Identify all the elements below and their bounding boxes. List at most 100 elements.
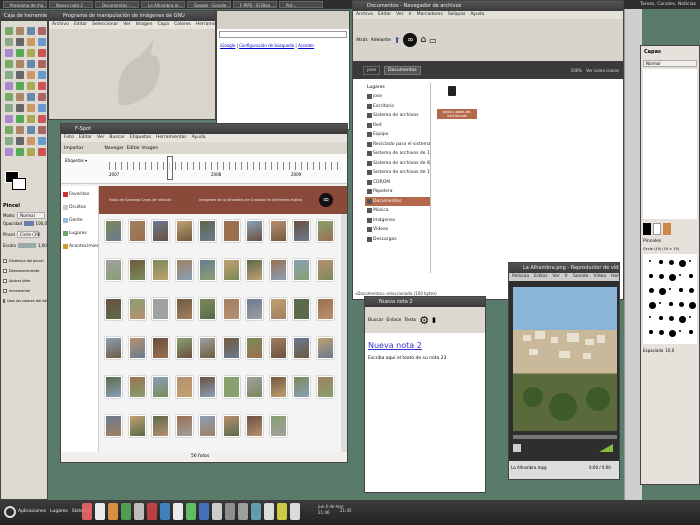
launcher-icon[interactable] — [147, 503, 157, 520]
photo-thumbnail[interactable] — [269, 259, 287, 281]
brush-preview[interactable] — [689, 316, 691, 318]
photo-thumbnail[interactable] — [152, 337, 169, 359]
brush-preview[interactable] — [669, 260, 674, 265]
places-item[interactable]: Sistema de archivos — [365, 111, 430, 121]
photo-thumbnail[interactable] — [152, 259, 169, 281]
taskbar-task[interactable]: Programa de ma... — [3, 1, 47, 8]
brush-preview[interactable] — [689, 274, 693, 278]
gimp-tool-icon[interactable] — [5, 148, 13, 156]
zoom-value[interactable]: 100% — [571, 68, 582, 73]
gimp-tool-icon[interactable] — [16, 60, 24, 68]
photo-thumbnail[interactable] — [105, 220, 122, 242]
photo-thumbnail[interactable] — [293, 298, 310, 320]
address-bar[interactable] — [219, 31, 347, 38]
checkbox[interactable] — [3, 299, 5, 303]
menu-item[interactable]: Capa — [158, 22, 170, 27]
brush-preview[interactable] — [669, 330, 676, 337]
gimp-tool-icon[interactable] — [5, 38, 13, 46]
igoogle-link[interactable]: iGoogle — [220, 43, 235, 48]
gimp-tool-icon[interactable] — [16, 148, 24, 156]
photo-thumbnail[interactable] — [316, 298, 334, 320]
photo-thumbnail[interactable] — [222, 220, 240, 242]
launcher-icon[interactable] — [238, 503, 248, 520]
photo-thumbnail[interactable] — [269, 376, 287, 398]
photo-thumbnail[interactable] — [199, 298, 216, 320]
menu-item[interactable]: Editar — [534, 274, 547, 279]
menu-item[interactable]: Archivo — [356, 12, 373, 17]
scale-value[interactable]: 1,00 — [38, 243, 47, 248]
menu-item[interactable]: Herramientas — [196, 22, 215, 27]
photo-thumbnail[interactable] — [246, 259, 263, 281]
photo-thumbnail[interactable] — [105, 337, 122, 359]
gimp-tool-icon[interactable] — [27, 137, 35, 145]
places-item[interactable]: Papelera — [365, 187, 430, 197]
brush-preview[interactable] — [659, 260, 663, 264]
brush-select[interactable]: Circle (19) — [16, 231, 40, 238]
gimp-tool-icon[interactable] — [5, 71, 13, 79]
checkbox[interactable] — [3, 289, 7, 293]
brush-preview[interactable] — [689, 260, 691, 262]
photo-thumbnail[interactable] — [105, 376, 122, 398]
gimp-tool-icon[interactable] — [27, 82, 35, 90]
places-item[interactable]: CDROM — [365, 178, 430, 188]
photo-thumbnail[interactable] — [152, 220, 169, 242]
gimp-tool-icon[interactable] — [27, 115, 35, 123]
menu-item[interactable]: Ver — [552, 274, 559, 279]
brush-preview[interactable] — [679, 260, 686, 267]
volume-icon[interactable] — [599, 444, 613, 452]
brush-preview[interactable] — [679, 302, 684, 307]
launcher-icon[interactable] — [186, 503, 196, 520]
checkbox[interactable] — [3, 269, 7, 273]
photo-thumbnail[interactable] — [152, 415, 169, 437]
settings-gear-icon[interactable]: ⚙ — [419, 314, 429, 327]
brush-preview[interactable] — [649, 288, 654, 293]
menu-item[interactable]: Colores — [174, 22, 191, 27]
gimp-tool-icon[interactable] — [5, 49, 13, 57]
panel-menu[interactable]: Aplicaciones — [18, 509, 46, 514]
gimp-tool-icon[interactable] — [5, 27, 13, 35]
photo-thumbnail[interactable] — [175, 376, 193, 398]
places-item[interactable]: Imágenes — [365, 216, 430, 226]
photo-thumbnail[interactable] — [222, 376, 240, 398]
places-item[interactable]: jose — [365, 92, 430, 102]
brush-preview[interactable] — [669, 316, 674, 321]
photo-thumbnail[interactable] — [152, 376, 169, 398]
timeline[interactable]: Etiquetas ▾ 2007 2008 2009 — [61, 154, 347, 184]
menu-item[interactable]: Archivo — [52, 22, 69, 27]
computer-icon[interactable]: ▭ — [429, 36, 437, 45]
launcher-icon[interactable] — [251, 503, 261, 520]
tool-option[interactable]: Aplicar jitter — [1, 276, 47, 286]
launcher-icon[interactable] — [95, 503, 105, 520]
photo-thumbnail[interactable] — [199, 220, 216, 242]
photo-thumbnail[interactable] — [293, 376, 310, 398]
brush-preview[interactable] — [679, 288, 683, 292]
tool-option[interactable]: Dinámica del pincel — [1, 256, 47, 266]
menu-item[interactable]: Editar — [378, 12, 391, 17]
photo-thumbnail[interactable] — [222, 259, 240, 281]
gimp-tool-icon[interactable] — [5, 126, 13, 134]
launcher-icon[interactable] — [290, 503, 300, 520]
brush-preview[interactable] — [669, 274, 676, 281]
launcher-icon[interactable] — [277, 503, 287, 520]
brush-preview[interactable] — [659, 330, 664, 335]
seek-bar[interactable] — [513, 435, 617, 439]
menu-item[interactable]: Ver — [396, 12, 403, 17]
gimp-tool-icon[interactable] — [27, 71, 35, 79]
browse-button[interactable]: Navegar — [105, 146, 124, 151]
photo-thumbnail[interactable] — [293, 259, 310, 281]
menu-item[interactable]: Película — [512, 274, 529, 279]
taskbar-task[interactable]: La Alhambra.m... — [141, 1, 185, 8]
menu-item[interactable]: Ayuda — [192, 135, 206, 140]
gimp-tool-icon[interactable] — [38, 27, 46, 35]
layers-pattern-swatch[interactable] — [663, 223, 671, 235]
brush-preview[interactable] — [689, 288, 694, 293]
signin-link[interactable]: Acceder — [298, 43, 314, 48]
photo-thumbnail[interactable] — [175, 415, 193, 437]
mode-select[interactable]: Normal — [17, 212, 46, 219]
timeline-year-2007[interactable]: 2007 — [109, 172, 119, 177]
brush-preview[interactable] — [679, 274, 681, 276]
gimp-tool-icon[interactable] — [16, 27, 24, 35]
gimp-tool-icon[interactable] — [16, 126, 24, 134]
timeline-slider[interactable] — [167, 156, 173, 180]
launcher-icon[interactable] — [225, 503, 235, 520]
